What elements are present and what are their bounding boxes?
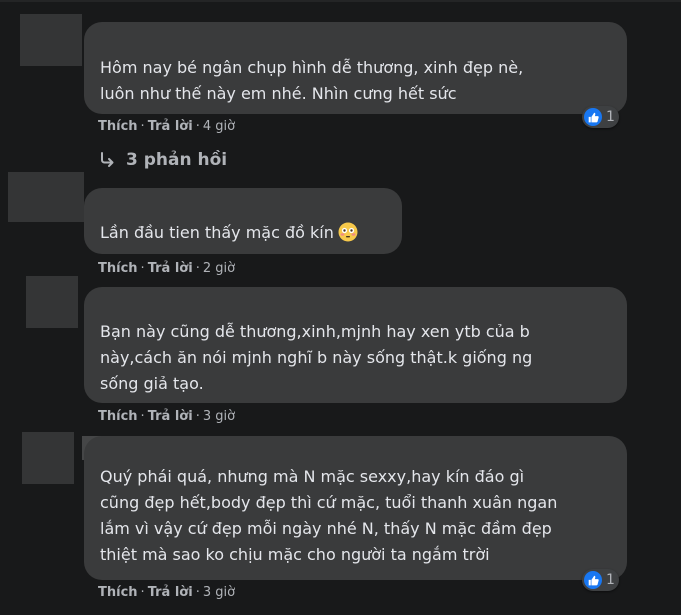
comment-text-line: thiệt mà sao ko chịu mặc cho người ta ng… xyxy=(100,545,490,564)
like-icon xyxy=(584,108,602,126)
avatar[interactable] xyxy=(22,432,74,484)
like-icon xyxy=(584,571,602,589)
comment-time[interactable]: 4 giờ xyxy=(203,119,235,134)
like-link[interactable]: Thích xyxy=(98,409,138,424)
comment-time[interactable]: 3 giờ xyxy=(203,409,235,424)
reply-link[interactable]: Trả lời xyxy=(148,585,193,600)
reaction-count-label: 1 xyxy=(606,109,615,125)
comment-actions: Thích · Trả lời · 3 giờ xyxy=(98,585,236,600)
replies-label: 3 phản hồi xyxy=(126,150,228,170)
comment-bubble: Hôm nay bé ngân chụp hình dễ thương, xin… xyxy=(84,22,627,114)
avatar[interactable] xyxy=(26,276,78,328)
comment-text-line: sống giả tạo. xyxy=(100,374,204,393)
reaction-count-label: 1 xyxy=(606,572,615,588)
view-replies-link[interactable]: 3 phản hồi xyxy=(98,150,227,170)
comment-text-line: luôn như thế này em nhé. Nhìn cưng hết s… xyxy=(100,84,457,103)
avatar[interactable] xyxy=(8,172,84,222)
comment-actions: Thích · Trả lời · 3 giờ xyxy=(98,409,236,424)
comment-text-line: Quý phái quá, nhưng mà N mặc sexxy,hay k… xyxy=(100,467,525,486)
comment-text-line: lắm vì vậy cứ đẹp mỗi ngày nhé N, thấy N… xyxy=(100,519,552,538)
reply-link[interactable]: Trả lời xyxy=(148,261,193,276)
comment-text-line: Bạn này cũng dễ thương,xinh,mjnh hay xen… xyxy=(100,322,530,341)
comment-bubble: Quý phái quá, nhưng mà N mặc sexxy,hay k… xyxy=(84,436,627,580)
like-link[interactable]: Thích xyxy=(98,261,138,276)
reply-link[interactable]: Trả lời xyxy=(148,409,193,424)
comment-actions: Thích · Trả lời · 2 giờ xyxy=(98,261,236,276)
avatar[interactable] xyxy=(20,14,82,66)
comment-time[interactable]: 2 giờ xyxy=(203,261,235,276)
reaction-count[interactable]: 1 xyxy=(582,569,619,591)
reply-arrow-icon xyxy=(101,152,114,167)
comment-text-line: cũng đẹp hết,body đẹp thì cứ mặc, tuổi t… xyxy=(100,493,558,512)
comment-actions: Thích · Trả lời · 4 giờ xyxy=(98,119,236,134)
comment-text-line: Lần đầu tien thấy mặc đồ kín xyxy=(100,220,386,246)
top-divider xyxy=(0,0,681,2)
like-link[interactable]: Thích xyxy=(98,119,138,134)
comment-time[interactable]: 3 giờ xyxy=(203,585,235,600)
like-link[interactable]: Thích xyxy=(98,585,138,600)
reaction-count[interactable]: 1 xyxy=(582,106,619,128)
comment-text-line: này,cách ăn nói mjnh nghĩ b này sống thậ… xyxy=(100,348,533,367)
flushed-face-emoji xyxy=(338,222,358,242)
comment-bubble: Lần đầu tien thấy mặc đồ kín xyxy=(84,188,402,254)
comment-bubble: Bạn này cũng dễ thương,xinh,mjnh hay xen… xyxy=(84,287,627,403)
comment-text-line: Hôm nay bé ngân chụp hình dễ thương, xin… xyxy=(100,58,524,77)
reply-link[interactable]: Trả lời xyxy=(148,119,193,134)
